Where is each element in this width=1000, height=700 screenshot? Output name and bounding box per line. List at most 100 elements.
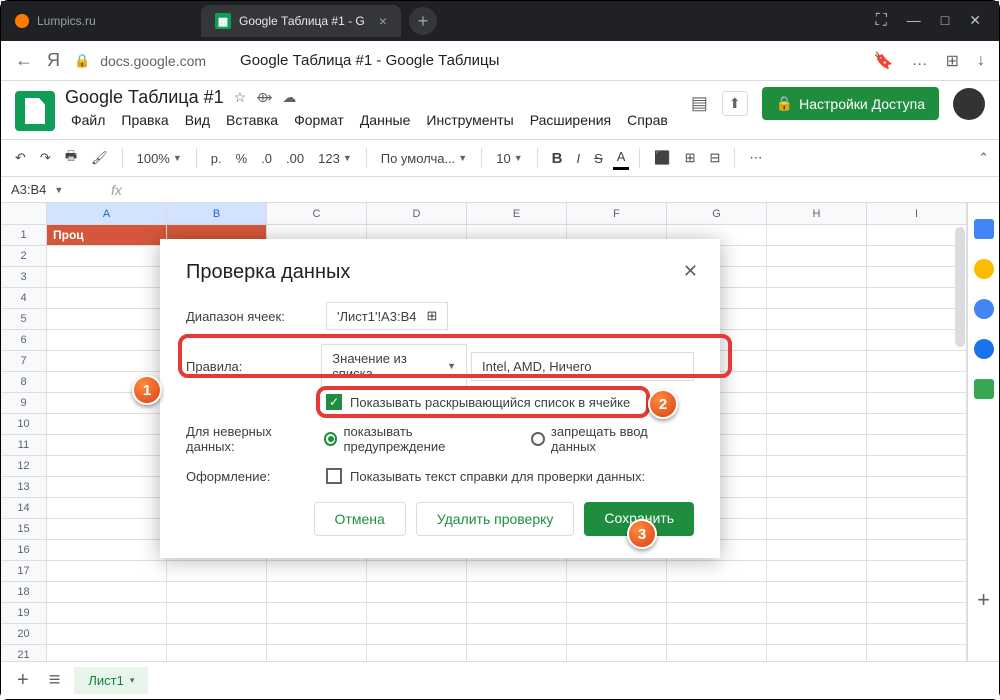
font-size-dropdown[interactable]: 10▼	[492, 148, 526, 169]
cell[interactable]	[47, 288, 167, 309]
cell[interactable]	[47, 540, 167, 561]
column-header[interactable]: I	[867, 203, 967, 225]
warn-radio[interactable]	[324, 432, 338, 446]
cell[interactable]	[767, 519, 867, 540]
currency-button[interactable]: р.	[207, 148, 226, 169]
cell[interactable]	[867, 372, 967, 393]
row-header[interactable]: 14	[1, 498, 47, 519]
row-header[interactable]: 18	[1, 582, 47, 603]
maps-icon[interactable]	[974, 379, 994, 399]
user-avatar[interactable]	[953, 88, 985, 120]
remove-validation-button[interactable]: Удалить проверку	[416, 502, 575, 536]
cell[interactable]	[267, 582, 367, 603]
column-header[interactable]: B	[167, 203, 267, 225]
cell[interactable]	[767, 477, 867, 498]
dialog-close-button[interactable]: ✕	[683, 261, 698, 282]
cell[interactable]	[867, 603, 967, 624]
strike-button[interactable]: S	[590, 148, 607, 169]
menu-format[interactable]: Формат	[288, 110, 350, 130]
column-header[interactable]: F	[567, 203, 667, 225]
new-tab-button[interactable]: +	[409, 7, 437, 35]
keep-icon[interactable]	[974, 259, 994, 279]
bookmark-icon[interactable]: 🔖	[874, 51, 894, 71]
tasks-icon[interactable]	[974, 299, 994, 319]
more-toolbar-button[interactable]: ⋯	[745, 147, 766, 169]
row-header[interactable]: 15	[1, 519, 47, 540]
sheets-logo-icon[interactable]	[15, 91, 55, 131]
column-header[interactable]: E	[467, 203, 567, 225]
name-box[interactable]: A3:B4 ▼	[1, 182, 101, 197]
rules-values-input[interactable]: Intel, AMD, Ничего	[471, 352, 694, 381]
cell[interactable]	[867, 624, 967, 645]
cell[interactable]	[567, 603, 667, 624]
cell[interactable]	[367, 561, 467, 582]
italic-button[interactable]: I	[572, 148, 584, 169]
row-header[interactable]: 20	[1, 624, 47, 645]
screenshot-icon[interactable]: ⛶	[876, 12, 887, 30]
cell[interactable]: Проц	[47, 225, 167, 246]
cell[interactable]	[867, 414, 967, 435]
row-header[interactable]: 19	[1, 603, 47, 624]
cell[interactable]	[767, 225, 867, 246]
cancel-button[interactable]: Отмена	[314, 502, 406, 536]
redo-button[interactable]: ↷	[36, 147, 55, 169]
menu-insert[interactable]: Вставка	[220, 110, 284, 130]
row-header[interactable]: 1	[1, 225, 47, 246]
calendar-icon[interactable]	[974, 219, 994, 239]
cell[interactable]	[767, 393, 867, 414]
cell[interactable]	[767, 414, 867, 435]
scrollbar-vertical[interactable]	[955, 227, 965, 347]
menu-file[interactable]: Файл	[65, 110, 111, 130]
cell[interactable]	[767, 288, 867, 309]
maximize-icon[interactable]: □	[941, 12, 949, 30]
browser-tab-inactive[interactable]: Lumpics.ru	[1, 5, 201, 37]
row-header[interactable]: 11	[1, 435, 47, 456]
number-format-dropdown[interactable]: 123▼	[314, 148, 356, 169]
row-header[interactable]: 5	[1, 309, 47, 330]
column-header[interactable]: A	[47, 203, 167, 225]
url-box[interactable]: 🔒 docs.google.com	[74, 53, 206, 69]
comments-icon[interactable]: ▤	[691, 93, 708, 114]
cell[interactable]	[267, 624, 367, 645]
cell[interactable]	[367, 603, 467, 624]
cell[interactable]	[767, 372, 867, 393]
cell[interactable]	[767, 435, 867, 456]
cell[interactable]	[867, 246, 967, 267]
undo-button[interactable]: ↶	[11, 147, 30, 169]
extensions-icon[interactable]: ⊞	[946, 51, 959, 71]
cell[interactable]	[767, 540, 867, 561]
tab-close-icon[interactable]: ×	[379, 13, 387, 29]
chevron-down-icon[interactable]: ▾	[130, 675, 135, 686]
cell[interactable]	[767, 561, 867, 582]
sheet-tab-active[interactable]: Лист1 ▾	[74, 667, 148, 694]
row-header[interactable]: 12	[1, 456, 47, 477]
cell[interactable]	[767, 603, 867, 624]
back-button[interactable]: ←	[15, 50, 33, 71]
show-dropdown-checkbox[interactable]: ✓	[326, 394, 342, 410]
cell[interactable]	[867, 351, 967, 372]
cell[interactable]	[667, 624, 767, 645]
cell[interactable]	[567, 582, 667, 603]
cell[interactable]	[47, 624, 167, 645]
select-all-corner[interactable]	[1, 203, 47, 225]
cell[interactable]	[267, 603, 367, 624]
more-icon[interactable]: …	[912, 52, 928, 70]
cell[interactable]	[867, 225, 967, 246]
font-dropdown[interactable]: По умолча...▼	[377, 148, 471, 169]
minimize-icon[interactable]: —	[907, 12, 921, 30]
cell[interactable]	[167, 561, 267, 582]
decrease-decimal-button[interactable]: .0	[257, 148, 276, 169]
cell[interactable]	[567, 624, 667, 645]
cell[interactable]	[767, 309, 867, 330]
document-title[interactable]: Google Таблица #1	[65, 87, 224, 108]
cell[interactable]	[167, 624, 267, 645]
percent-button[interactable]: %	[232, 148, 252, 169]
contacts-icon[interactable]	[974, 339, 994, 359]
cell[interactable]	[867, 582, 967, 603]
reject-radio[interactable]	[531, 432, 545, 446]
cell[interactable]	[867, 309, 967, 330]
cell[interactable]	[47, 435, 167, 456]
cell[interactable]	[867, 435, 967, 456]
cell[interactable]	[667, 561, 767, 582]
add-sheet-button[interactable]: +	[11, 669, 35, 692]
